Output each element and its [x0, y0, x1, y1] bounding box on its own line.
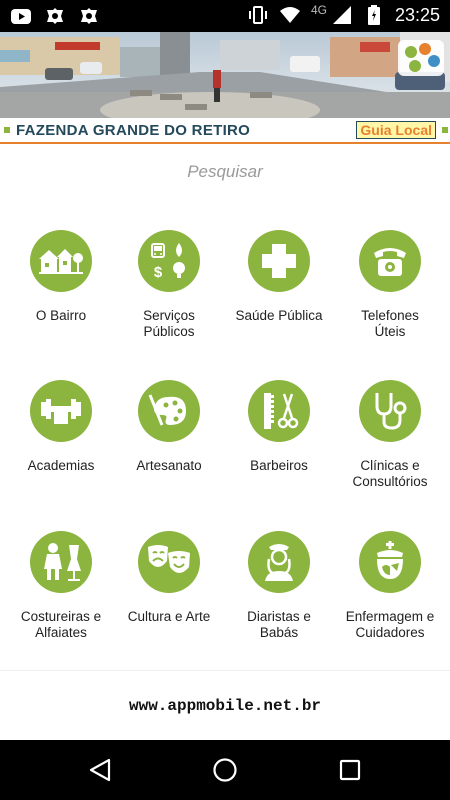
- category-label: Enfermagem e Cuidadores: [345, 609, 435, 640]
- header-banner-photo: [0, 32, 450, 118]
- category-tile-nurse[interactable]: Enfermagem e Cuidadores: [334, 531, 446, 641]
- brand-badge: Guia Local: [356, 121, 436, 139]
- comb-scissors-icon[interactable]: [248, 380, 310, 442]
- category-label: Telefones Úteis: [361, 308, 419, 339]
- recents-icon[interactable]: [335, 755, 365, 785]
- home-icon[interactable]: [210, 755, 240, 785]
- category-label: Cultura e Arte: [127, 609, 211, 624]
- category-tile-health-cross[interactable]: Saúde Pública: [223, 230, 335, 324]
- category-tile-public-services[interactable]: $ Serviços Públicos: [113, 230, 225, 340]
- palette-icon[interactable]: [138, 380, 200, 442]
- category-tile-maid[interactable]: Diaristas e Babás: [223, 531, 335, 641]
- footer-url[interactable]: www.appmobile.net.br: [0, 697, 450, 715]
- svg-text:$: $: [154, 264, 163, 281]
- clock: 23:25: [394, 4, 440, 25]
- status-bar: 4G 23:25: [0, 0, 450, 32]
- category-tile-comb-scissors[interactable]: Barbeiros: [223, 380, 335, 474]
- category-label: Serviços Públicos: [143, 308, 195, 339]
- category-label: Barbeiros: [250, 458, 308, 473]
- category-label: Costureiras e Alfaiates: [20, 609, 102, 640]
- category-tile-theater-masks[interactable]: Cultura e Arte: [113, 531, 225, 625]
- category-tile-telephone[interactable]: Telefones Úteis: [334, 230, 446, 340]
- seamstress-icon[interactable]: [30, 531, 92, 593]
- category-label: O Bairro: [35, 308, 87, 323]
- navigation-bar: [0, 740, 450, 800]
- health-cross-icon[interactable]: [248, 230, 310, 292]
- network-type: 4G: [310, 3, 327, 17]
- public-services-icon[interactable]: $: [138, 230, 200, 292]
- category-label: Artesanato: [136, 458, 202, 473]
- category-label: Diaristas e Babás: [247, 609, 311, 640]
- category-tile-stethoscope[interactable]: Clínicas e Consultórios: [334, 380, 446, 490]
- search-input[interactable]: Pesquisar: [0, 162, 450, 182]
- theater-masks-icon[interactable]: [138, 531, 200, 593]
- category-tile-seamstress[interactable]: Costureiras e Alfaiates: [5, 531, 117, 641]
- app-icon: [44, 5, 66, 27]
- nurse-icon[interactable]: [359, 531, 421, 593]
- category-label: Academias: [27, 458, 95, 473]
- category-tile-neighborhood[interactable]: O Bairro: [5, 230, 117, 324]
- youtube-icon: [10, 5, 32, 27]
- bullet-square: [442, 127, 448, 133]
- page-title: FAZENDA GRANDE DO RETIRO: [16, 122, 251, 139]
- back-icon[interactable]: [85, 755, 115, 785]
- telephone-icon[interactable]: [359, 230, 421, 292]
- bullet-square: [4, 127, 10, 133]
- divider: [0, 670, 450, 671]
- neighborhood-icon[interactable]: [30, 230, 92, 292]
- app-icon: [78, 5, 100, 27]
- signal-icon: [331, 4, 353, 26]
- category-tile-gym[interactable]: Academias: [5, 380, 117, 474]
- battery-icon: [363, 4, 385, 26]
- gym-icon[interactable]: [30, 380, 92, 442]
- category-label: Saúde Pública: [235, 308, 323, 323]
- category-label: Clínicas e Consultórios: [352, 458, 428, 489]
- vibrate-icon: [247, 4, 269, 26]
- wifi-icon: [279, 4, 301, 26]
- title-bar: FAZENDA GRANDE DO RETIRO Guia Local: [0, 118, 450, 144]
- stethoscope-icon[interactable]: [359, 380, 421, 442]
- app-logo-icon: [398, 40, 444, 76]
- maid-icon[interactable]: [248, 531, 310, 593]
- category-tile-palette[interactable]: Artesanato: [113, 380, 225, 474]
